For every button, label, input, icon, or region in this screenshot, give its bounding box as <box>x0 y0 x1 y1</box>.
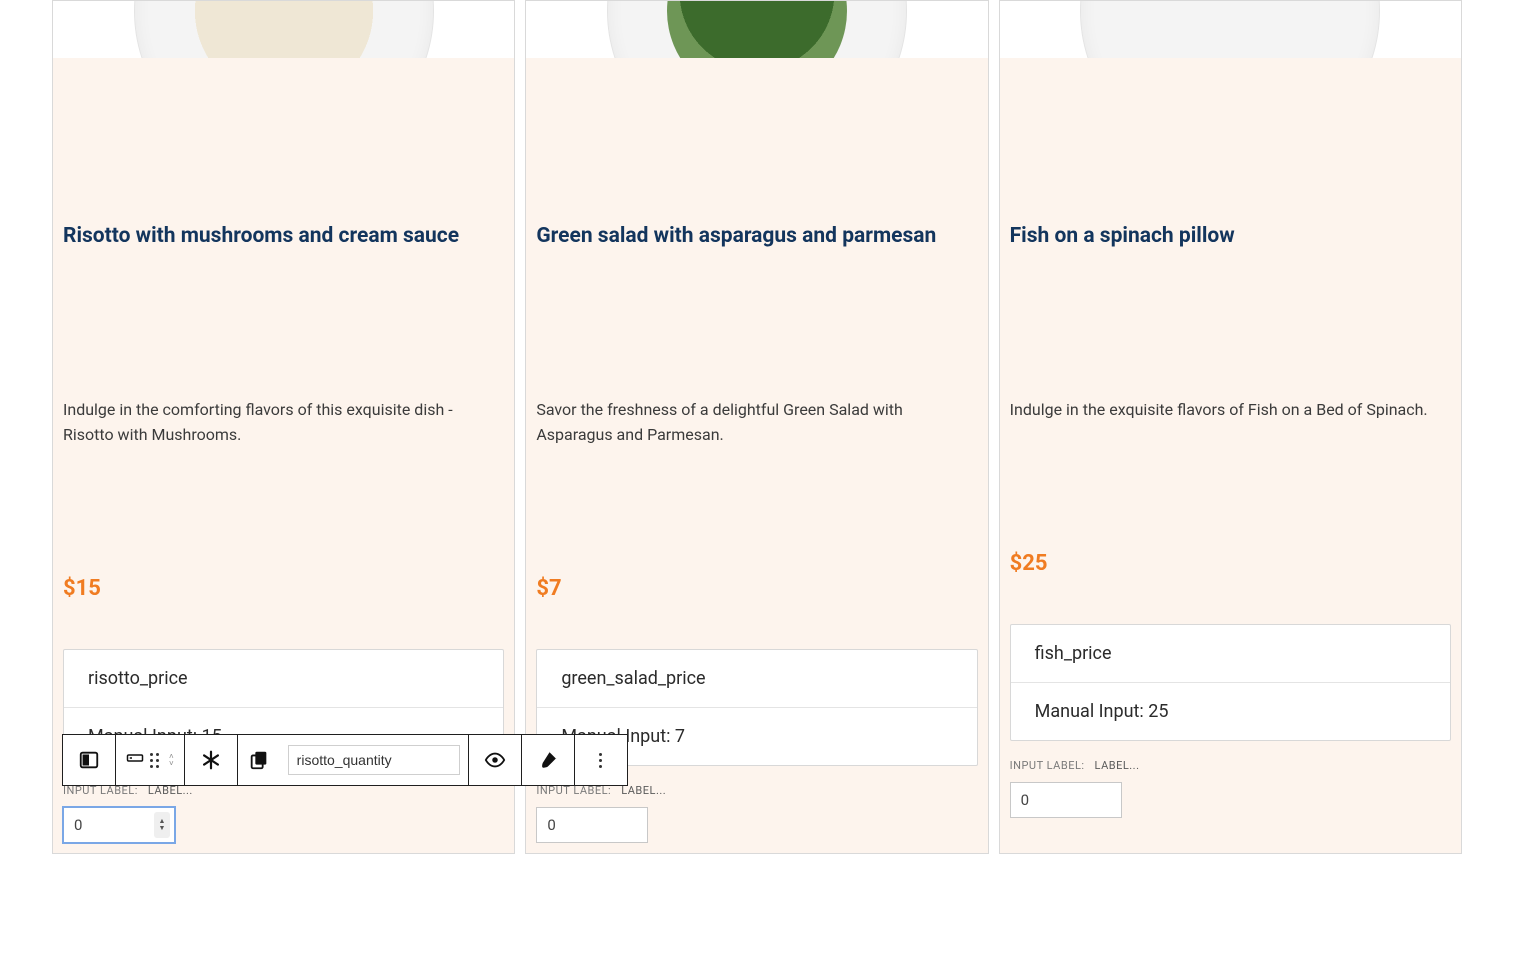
variable-name: fish_price <box>1011 625 1450 682</box>
dish-price[interactable]: $25 <box>1010 551 1451 576</box>
block-toolbar: ˄ ˅ <box>62 734 628 786</box>
copy-reference-button[interactable] <box>238 749 280 771</box>
visibility-button[interactable] <box>469 735 521 785</box>
asterisk-icon <box>200 749 222 771</box>
block-mover-group: ˄ ˅ <box>116 735 184 785</box>
dish-image-salad <box>526 1 987 58</box>
styles-button[interactable] <box>522 735 574 785</box>
spinner-down-icon[interactable]: ▼ <box>159 825 166 832</box>
quantity-input[interactable]: 0 <box>1010 782 1122 818</box>
eye-icon <box>484 749 506 771</box>
menu-card-green-salad: Green salad with asparagus and parmesan … <box>525 0 988 854</box>
more-options-button[interactable] <box>575 735 627 785</box>
quantity-value: 0 <box>1021 791 1029 809</box>
input-label-row: INPUT LABEL: LABEL... <box>1010 759 1451 772</box>
quantity-value: 0 <box>74 816 82 834</box>
dish-title[interactable]: Risotto with mushrooms and cream sauce <box>63 223 504 250</box>
variable-manual-input: Manual Input: 25 <box>1011 682 1450 740</box>
variable-name: green_salad_price <box>537 650 976 707</box>
paintbrush-icon <box>537 749 559 771</box>
dish-description[interactable]: Savor the freshness of a delightful Gree… <box>536 398 977 448</box>
input-label-caption: INPUT LABEL: <box>1010 759 1085 772</box>
dish-price[interactable]: $7 <box>536 576 977 601</box>
dish-image-risotto <box>53 1 514 58</box>
dish-price[interactable]: $15 <box>63 576 504 601</box>
drag-handle-icon[interactable] <box>150 753 159 768</box>
column-icon <box>78 749 100 771</box>
variable-box[interactable]: fish_price Manual Input: 25 <box>1010 624 1451 741</box>
copy-icon <box>248 749 270 771</box>
dish-title[interactable]: Green salad with asparagus and parmesan <box>536 223 977 250</box>
menu-card-fish: Fish on a spinach pillow Indulge in the … <box>999 0 1462 854</box>
variable-name: risotto_price <box>64 650 503 707</box>
block-type-button[interactable] <box>63 735 115 785</box>
dish-image-fish <box>1000 1 1461 58</box>
dish-description[interactable]: Indulge in the exquisite flavors of Fish… <box>1010 398 1451 423</box>
quantity-input[interactable]: 0 ▲ ▼ <box>63 807 175 843</box>
reference-group <box>238 735 468 785</box>
reference-name-input[interactable] <box>288 745 460 775</box>
move-up-down[interactable]: ˄ ˅ <box>165 753 174 767</box>
dish-description[interactable]: Indulge in the comforting flavors of thi… <box>63 398 504 448</box>
input-block-icon[interactable] <box>126 749 144 771</box>
quantity-input[interactable]: 0 <box>536 807 648 843</box>
required-toggle-button[interactable] <box>185 735 237 785</box>
input-label-value[interactable]: LABEL... <box>1095 759 1140 772</box>
input-label-value[interactable]: LABEL... <box>621 784 666 797</box>
number-spinner[interactable]: ▲ ▼ <box>154 812 170 838</box>
quantity-value: 0 <box>547 816 555 834</box>
kebab-icon <box>599 753 602 768</box>
menu-card-risotto: Risotto with mushrooms and cream sauce I… <box>52 0 515 854</box>
dish-title[interactable]: Fish on a spinach pillow <box>1010 223 1451 250</box>
chevron-down-icon[interactable]: ˅ <box>169 760 174 767</box>
